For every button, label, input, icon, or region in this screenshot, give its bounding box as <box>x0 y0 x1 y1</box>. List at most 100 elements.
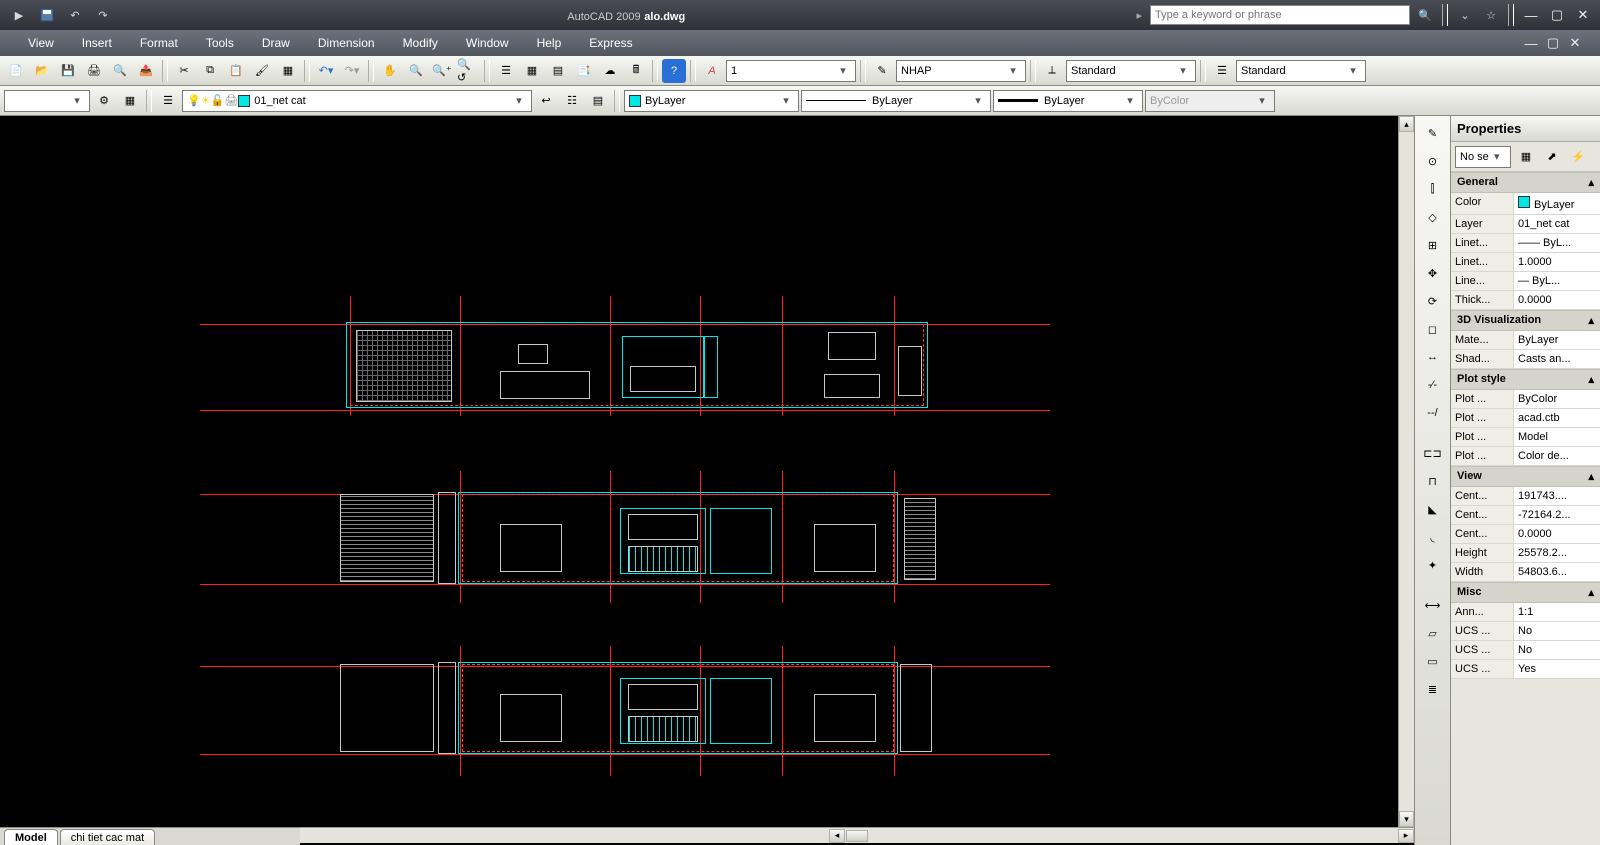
menu-draw[interactable]: Draw <box>248 32 304 54</box>
mirror-icon[interactable]: ⫿ <box>1419 176 1447 202</box>
tab-model[interactable]: Model <box>4 829 58 845</box>
lineweight-combo[interactable]: ByLayer▾ <box>993 90 1143 112</box>
menu-express[interactable]: Express <box>575 32 646 54</box>
trim-icon[interactable]: -⁄- <box>1419 372 1447 398</box>
workspace-settings-icon[interactable]: ⚙ <box>92 89 116 113</box>
color-combo[interactable]: ByLayer▾ <box>624 90 799 112</box>
zoom-window-icon[interactable]: 🔍⁺ <box>430 59 454 83</box>
menu-dimension[interactable]: Dimension <box>304 32 389 54</box>
layer-states-icon[interactable]: ☷ <box>560 89 584 113</box>
plot-preview-icon[interactable]: 🔍 <box>108 59 132 83</box>
save-tb-icon[interactable]: 💾 <box>56 59 80 83</box>
prop-row[interactable]: Height25578.2... <box>1451 544 1600 563</box>
prop-row[interactable]: UCS ...No <box>1451 622 1600 641</box>
tablestyle-combo[interactable]: Standard▾ <box>1236 60 1366 82</box>
tablestyle-icon[interactable]: ☰ <box>1210 59 1234 83</box>
prop-row[interactable]: Width54803.6... <box>1451 563 1600 582</box>
layer-iso-icon[interactable]: ▤ <box>586 89 610 113</box>
menu-tools[interactable]: Tools <box>192 32 248 54</box>
move-icon[interactable]: ✥ <box>1419 260 1447 286</box>
copy-icon[interactable]: ⧉ <box>198 59 222 83</box>
textstyle-combo[interactable]: NHAP▾ <box>896 60 1026 82</box>
prop-value[interactable]: No <box>1513 641 1600 659</box>
prop-group-general[interactable]: General▴ <box>1451 172 1600 193</box>
my-workspace-icon[interactable]: ▦ <box>118 89 142 113</box>
prop-value[interactable]: ByColor <box>1513 390 1600 408</box>
favorites-icon[interactable]: ☆ <box>1480 5 1502 25</box>
area-icon[interactable]: ▱ <box>1419 620 1447 646</box>
zoom-previous-icon[interactable]: 🔍↺ <box>456 59 480 83</box>
plot-icon[interactable]: 🖨 <box>82 59 106 83</box>
cut-icon[interactable]: ✂ <box>172 59 196 83</box>
properties-title[interactable]: Properties <box>1451 116 1600 142</box>
layer-combo[interactable]: 💡 ☀ 🔓 🖨 01_net cat ▾ <box>182 90 532 112</box>
copy-obj-icon[interactable]: ⊙ <box>1419 148 1447 174</box>
prop-row[interactable]: Shad...Casts an... <box>1451 350 1600 369</box>
app-menu-button[interactable]: ▶ <box>8 5 30 25</box>
chamfer-icon[interactable]: ◣ <box>1419 496 1447 522</box>
maximize-button[interactable]: ▢ <box>1546 6 1568 24</box>
scroll-right-icon[interactable]: ▸ <box>1398 829 1414 843</box>
redo-tb-icon[interactable]: ↷▾ <box>340 59 364 83</box>
annotation-scale-combo[interactable]: 1▾ <box>726 60 856 82</box>
prop-value[interactable]: -72164.2... <box>1513 506 1600 524</box>
prop-row[interactable]: Cent...0.0000 <box>1451 525 1600 544</box>
tab-layout1[interactable]: chi tiet cac mat <box>60 829 155 845</box>
redo-icon[interactable]: ↷ <box>92 5 114 25</box>
paste-icon[interactable]: 📋 <box>224 59 248 83</box>
extend-icon[interactable]: --/ <box>1419 400 1447 426</box>
prop-value[interactable]: acad.ctb <box>1513 409 1600 427</box>
doc-maximize-button[interactable]: ▢ <box>1542 34 1564 52</box>
select-objects-icon[interactable]: ⬈ <box>1541 146 1563 168</box>
block-editor-icon[interactable]: ▦ <box>276 59 300 83</box>
tool-palette-icon[interactable]: ▤ <box>546 59 570 83</box>
workspace-combo[interactable]: ▾ <box>4 90 90 112</box>
prop-value[interactable]: 0.0000 <box>1513 291 1600 309</box>
prop-value[interactable]: 191743.... <box>1513 487 1600 505</box>
toggle-pickadd-icon[interactable]: ▦ <box>1515 146 1537 168</box>
minimize-button[interactable]: — <box>1520 6 1542 24</box>
match-prop-icon[interactable]: 🖌 <box>250 59 274 83</box>
undo-tb-icon[interactable]: ↶▾ <box>314 59 338 83</box>
offset-icon[interactable]: ◇ <box>1419 204 1447 230</box>
prop-row[interactable]: Cent...-72164.2... <box>1451 506 1600 525</box>
undo-icon[interactable]: ↶ <box>64 5 86 25</box>
prop-value[interactable]: Yes <box>1513 660 1600 678</box>
prop-row[interactable]: UCS ...No <box>1451 641 1600 660</box>
prop-row[interactable]: Mate...ByLayer <box>1451 331 1600 350</box>
stretch-icon[interactable]: ↔ <box>1419 344 1447 370</box>
region-icon[interactable]: ▭ <box>1419 648 1447 674</box>
zoom-realtime-icon[interactable]: 🔍 <box>404 59 428 83</box>
join-icon[interactable]: ⊓ <box>1419 468 1447 494</box>
array-icon[interactable]: ⊞ <box>1419 232 1447 258</box>
prop-row[interactable]: Line...— ByL... <box>1451 272 1600 291</box>
prop-value[interactable]: 01_net cat <box>1513 215 1600 233</box>
help-icon[interactable]: ? <box>662 59 686 83</box>
prop-value[interactable]: 54803.6... <box>1513 563 1600 581</box>
layer-props-icon[interactable]: ☰ <box>156 89 180 113</box>
prop-value[interactable]: 25578.2... <box>1513 544 1600 562</box>
design-center-icon[interactable]: ▦ <box>520 59 544 83</box>
rotate-icon[interactable]: ⟳ <box>1419 288 1447 314</box>
explode-icon[interactable]: ✦ <box>1419 552 1447 578</box>
scroll-up-icon[interactable]: ▴ <box>1399 116 1414 132</box>
textstyle-tb-icon[interactable]: ✎ <box>870 59 894 83</box>
menu-window[interactable]: Window <box>452 32 523 54</box>
selection-combo[interactable]: No se▾ <box>1455 146 1511 168</box>
prop-value[interactable]: 1.0000 <box>1513 253 1600 271</box>
dist-icon[interactable]: ⟷ <box>1419 592 1447 618</box>
fillet-icon[interactable]: ◟ <box>1419 524 1447 550</box>
search-icon[interactable]: 🔍 <box>1414 5 1436 25</box>
prop-group-3d-visualization[interactable]: 3D Visualization▴ <box>1451 310 1600 331</box>
prop-row[interactable]: UCS ...Yes <box>1451 660 1600 679</box>
prop-value[interactable]: ByLayer <box>1513 331 1600 349</box>
publish-icon[interactable]: 📤 <box>134 59 158 83</box>
menu-help[interactable]: Help <box>523 32 576 54</box>
prop-group-view[interactable]: View▴ <box>1451 466 1600 487</box>
list-icon[interactable]: ≣ <box>1419 676 1447 702</box>
prop-row[interactable]: Plot ...ByColor <box>1451 390 1600 409</box>
doc-minimize-button[interactable]: — <box>1520 34 1542 52</box>
vertical-scrollbar[interactable]: ▴ ▾ <box>1398 116 1414 827</box>
close-button[interactable]: ✕ <box>1572 6 1594 24</box>
prop-value[interactable]: ByLayer <box>1513 193 1600 214</box>
